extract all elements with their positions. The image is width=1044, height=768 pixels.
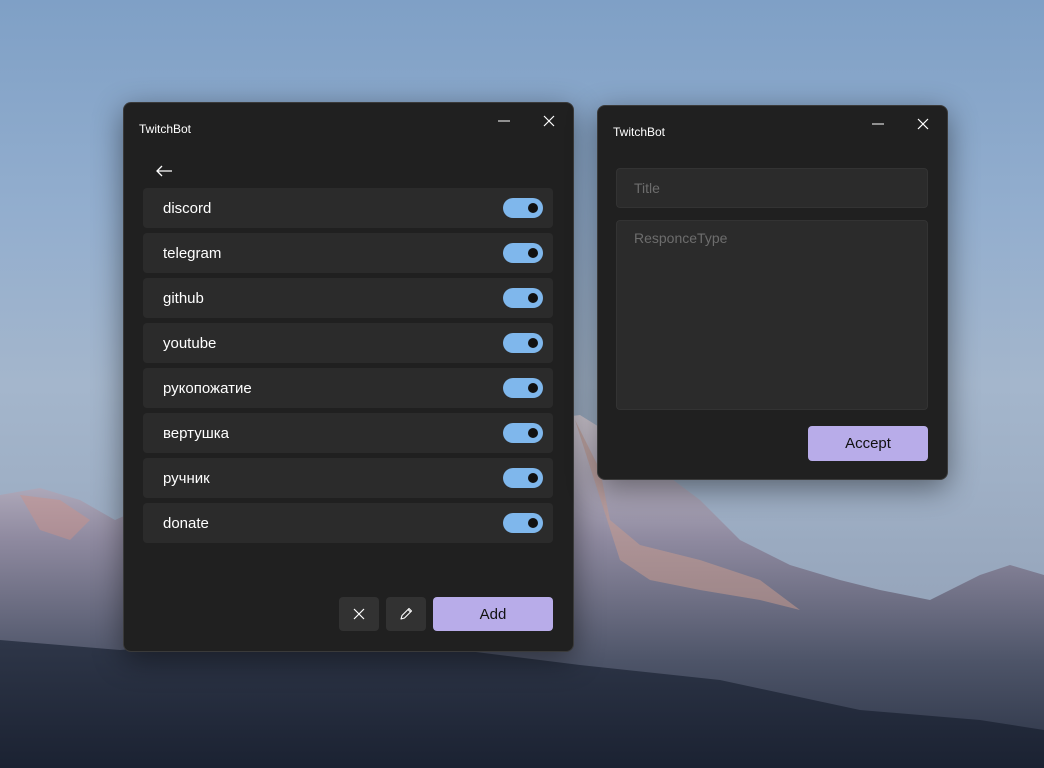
item-label: youtube (163, 335, 217, 352)
close-icon (917, 118, 929, 130)
list-item: ручник (143, 458, 553, 498)
toggle-knob (528, 428, 538, 438)
title-input[interactable] (616, 168, 928, 208)
close-icon (353, 608, 365, 620)
close-button[interactable] (526, 106, 572, 136)
minimize-icon (872, 123, 884, 125)
item-label: telegram (163, 245, 222, 262)
window-title: TwitchBot (139, 122, 192, 136)
close-button[interactable] (900, 109, 946, 139)
item-label: ручник (163, 470, 210, 487)
item-toggle[interactable] (503, 513, 543, 533)
titlebar: TwitchBot (598, 106, 947, 152)
command-list: discord telegram github youtube рукопожа… (143, 188, 553, 548)
item-toggle[interactable] (503, 468, 543, 488)
pencil-icon (400, 607, 413, 620)
list-item: вертушка (143, 413, 553, 453)
back-button[interactable] (148, 157, 180, 185)
item-label: github (163, 290, 204, 307)
list-item: github (143, 278, 553, 318)
toggle-knob (528, 518, 538, 528)
item-label: discord (163, 200, 212, 217)
close-icon (543, 115, 555, 127)
item-label: вертушка (163, 425, 229, 442)
responce-type-input[interactable] (616, 220, 928, 410)
list-item: youtube (143, 323, 553, 363)
toggle-knob (528, 473, 538, 483)
item-toggle[interactable] (503, 198, 543, 218)
item-toggle[interactable] (503, 378, 543, 398)
titlebar: TwitchBot (124, 103, 573, 149)
item-toggle[interactable] (503, 423, 543, 443)
minimize-button[interactable] (855, 109, 901, 139)
toggle-knob (528, 248, 538, 258)
edit-button[interactable] (386, 597, 426, 631)
minimize-icon (498, 120, 510, 122)
item-label: donate (163, 515, 209, 532)
minimize-button[interactable] (481, 106, 527, 136)
list-item: telegram (143, 233, 553, 273)
delete-button[interactable] (339, 597, 379, 631)
item-toggle[interactable] (503, 243, 543, 263)
main-window: TwitchBot discord telegram github youtub… (123, 102, 574, 652)
toggle-knob (528, 293, 538, 303)
toggle-knob (528, 338, 538, 348)
item-toggle[interactable] (503, 288, 543, 308)
toggle-knob (528, 383, 538, 393)
arrow-left-icon (156, 165, 172, 177)
list-item: рукопожатие (143, 368, 553, 408)
accept-button[interactable]: Accept (808, 426, 928, 461)
item-toggle[interactable] (503, 333, 543, 353)
list-item: donate (143, 503, 553, 543)
window-title: TwitchBot (613, 125, 666, 139)
list-item: discord (143, 188, 553, 228)
editor-window: TwitchBot Accept (597, 105, 948, 480)
add-button[interactable]: Add (433, 597, 553, 631)
toggle-knob (528, 203, 538, 213)
item-label: рукопожатие (163, 380, 252, 397)
